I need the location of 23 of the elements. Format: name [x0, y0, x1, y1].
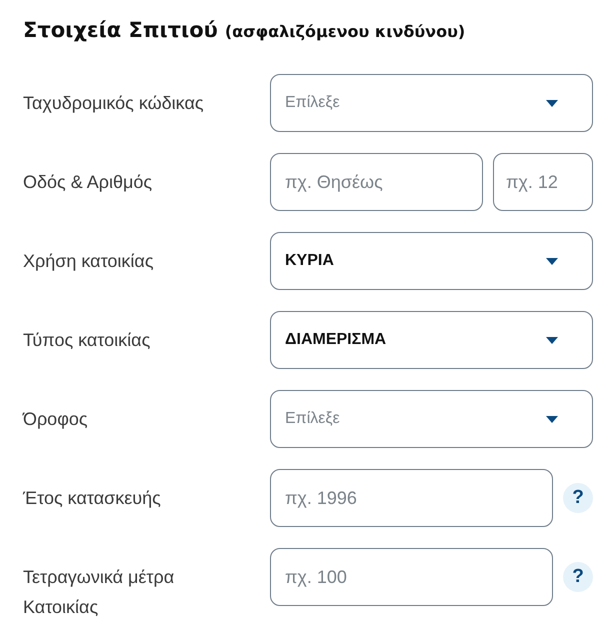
- input-field[interactable]: πχ. 12: [493, 153, 593, 211]
- input-field[interactable]: πχ. 100: [270, 548, 553, 606]
- caret-icon: [546, 336, 558, 344]
- field-label: Τύπος κατοικίας: [23, 329, 152, 352]
- dropdown[interactable]: Επίλεξε: [270, 390, 593, 448]
- caret-icon: [546, 100, 558, 106]
- dropdown[interactable]: Επίλεξε: [270, 74, 593, 132]
- field-label: Έτος κατασκευής: [23, 487, 162, 510]
- dropdown[interactable]: ΔΙΑΜΕΡΙΣΜΑ: [270, 311, 593, 369]
- caret-icon: [546, 258, 558, 264]
- field-label: Τετραγωνικά μέτρα Κατοικίας: [23, 566, 176, 619]
- help-button[interactable]: ?: [563, 483, 593, 513]
- field-label: Χρήση κατοικίας: [23, 250, 155, 273]
- field-label: Ταχυδρομικός κώδικας: [23, 92, 205, 115]
- caret-icon: [546, 416, 558, 422]
- field-label: Όροφος: [23, 408, 89, 431]
- section-title: Στοιχεία Σπιτιού: [23, 18, 218, 42]
- dropdown[interactable]: ΚΥΡΙΑ: [270, 232, 593, 290]
- input-field[interactable]: πχ. 1996: [270, 469, 553, 527]
- field-label: Οδός & Αριθμός: [23, 171, 154, 194]
- help-button[interactable]: ?: [563, 562, 593, 592]
- input-field[interactable]: πχ. Θησέως: [270, 153, 483, 211]
- section-subtitle: (ασφαλιζόμενου κινδύνου): [224, 22, 466, 41]
